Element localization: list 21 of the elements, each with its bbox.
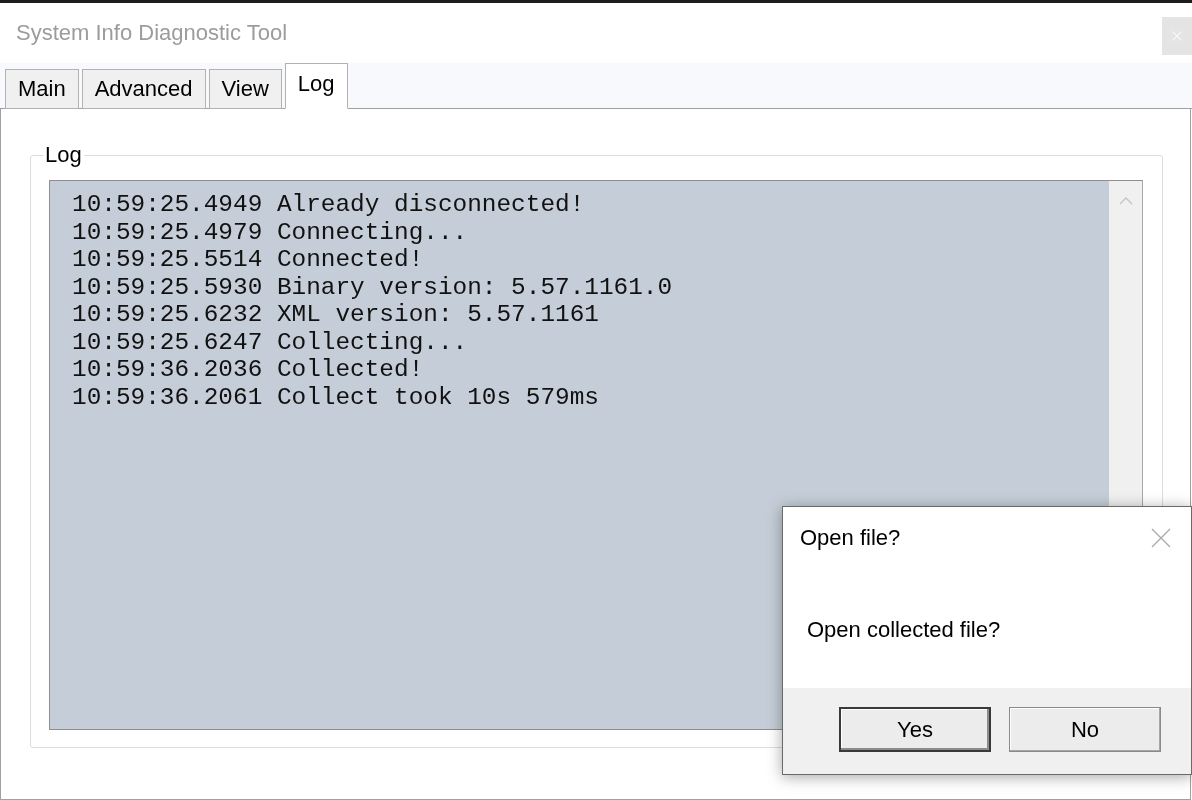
dialog-message: Open collected file? [806,617,1002,643]
tab[interactable]: Log [284,63,348,109]
close-icon [1151,528,1171,548]
log-line: 10:59:36.2036 Collected! [72,356,425,384]
close-button[interactable] [1151,528,1171,548]
dialog-title: Open file? [800,525,901,551]
tab[interactable]: Advanced [81,69,206,109]
tab[interactable]: Main [5,69,79,109]
group-label: Log [44,142,83,168]
chevron-up-icon [1118,197,1133,205]
log-line: 10:59:25.4949 Already disconnected! [72,191,586,219]
dialog-button[interactable]: Yes [839,707,991,752]
dialog-button[interactable]: No [1009,707,1161,752]
log-line: 10:59:25.5930 Binary version: 5.57.1161.0 [72,273,674,301]
log-line: 10:59:25.5514 Connected! [72,246,425,274]
log-line: 10:59:36.2061 Collect took 10s 579ms [72,383,600,411]
log-line: 10:59:25.4979 Connecting... [72,218,469,246]
log-line: 10:59:25.6247 Collecting... [72,328,469,356]
tab[interactable]: View [208,69,282,109]
log-line: 10:59:25.6232 XML version: 5.57.1161 [72,301,600,329]
window-title: System Info Diagnostic Tool [16,20,288,46]
